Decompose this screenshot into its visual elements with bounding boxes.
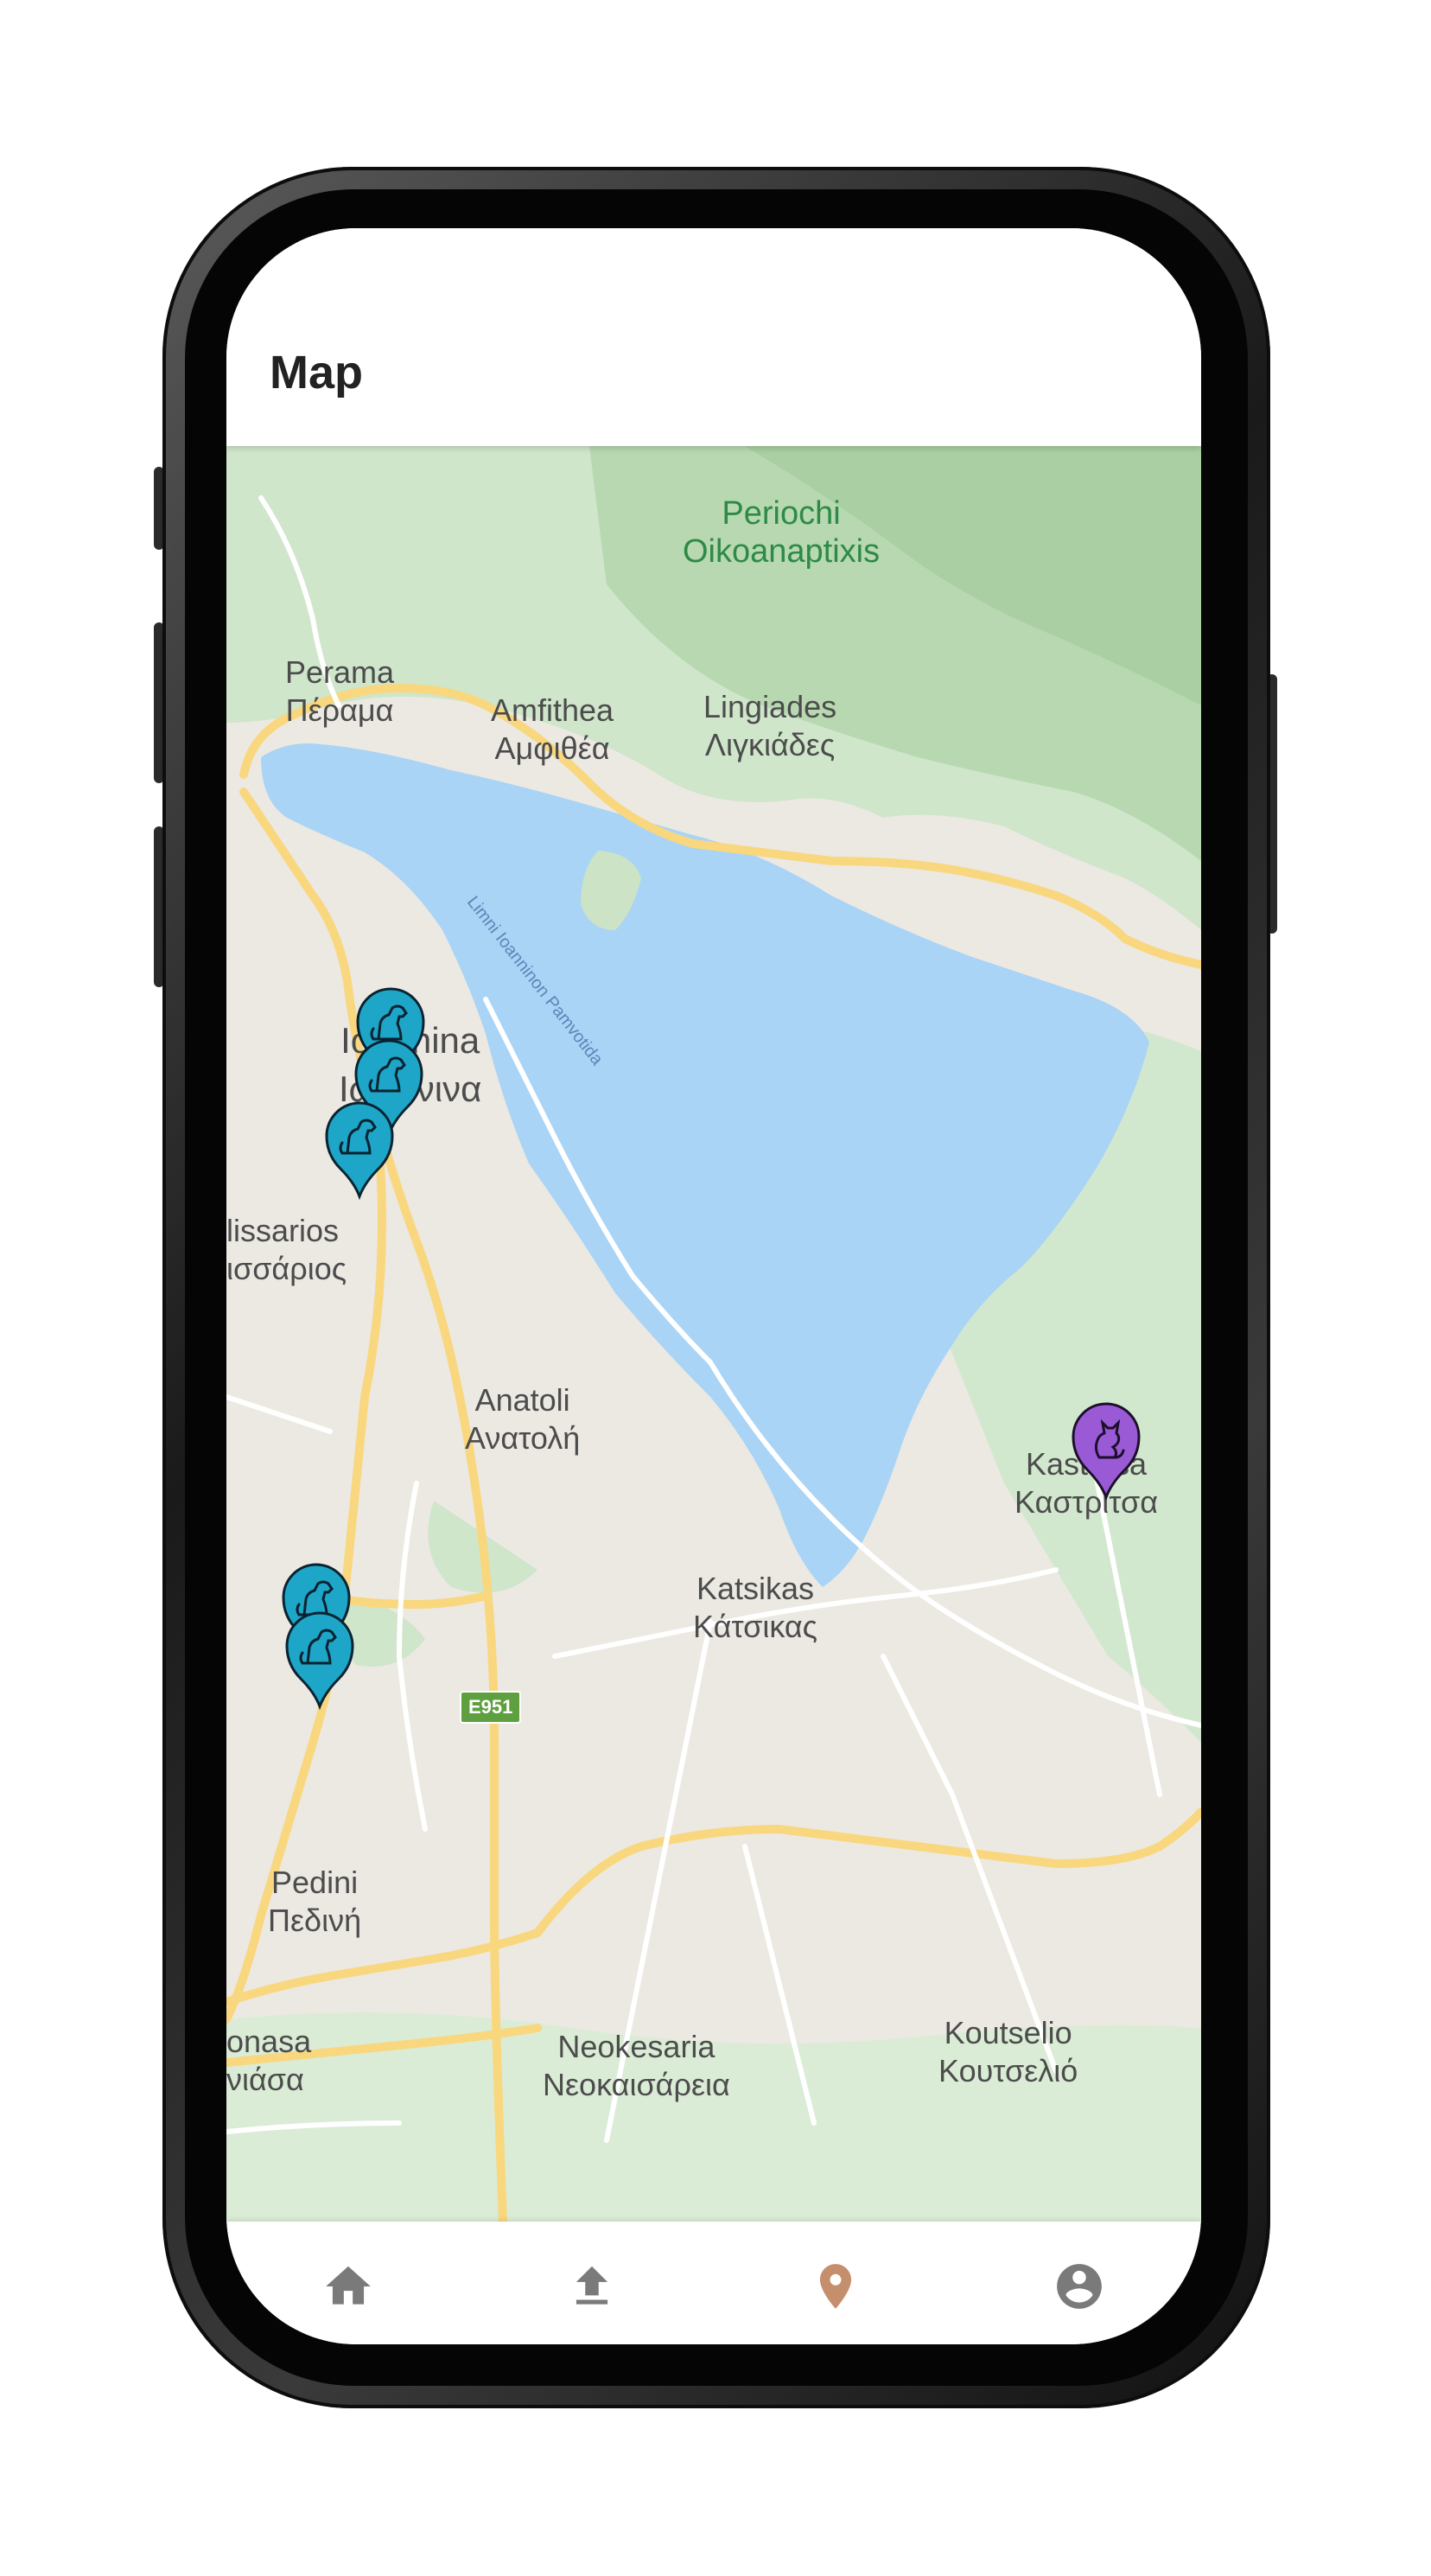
bottom-navigation	[226, 2222, 1201, 2344]
nav-item-upload[interactable]	[470, 2222, 714, 2344]
place-label-lissarios: lissarios ισσάριος	[226, 1213, 347, 1286]
dog-marker[interactable]	[283, 1610, 356, 1710]
phone-screen: Map Periochi Oikoanaptixis Perama Πέραμα…	[226, 228, 1201, 2344]
page-title: Map	[270, 347, 363, 399]
place-label-lingiades: Lingiades Λιγκιάδες	[703, 689, 837, 762]
place-label-anatoli: Anatoli Ανατολή	[465, 1382, 581, 1456]
place-label-amfithea: Amfithea Αμφιθέα	[491, 692, 614, 766]
place-label-bonasa: onasa νιάσα	[226, 2024, 312, 2097]
nav-item-profile[interactable]	[957, 2222, 1201, 2344]
upload-icon	[576, 2266, 608, 2305]
place-label-koutselio: Koutselio Κουτσελιό	[938, 2015, 1078, 2088]
app-bar: Map	[226, 228, 1201, 446]
map-view[interactable]: Periochi Oikoanaptixis Perama Πέραμα Amfit…	[226, 446, 1201, 2222]
road-shield-e951: E951	[460, 1691, 522, 1724]
place-label-pedini: Pedini Πεδινή	[268, 1865, 362, 1938]
dog-marker[interactable]	[323, 1100, 396, 1200]
place-label-perama: Perama Πέραμα	[285, 654, 395, 728]
nav-item-home[interactable]	[226, 2222, 470, 2344]
nav-item-map[interactable]	[714, 2222, 957, 2344]
place-label-katsikas: Katsikas Κάτσικας	[693, 1571, 818, 1644]
location-pin-icon	[819, 2264, 852, 2309]
home-icon	[326, 2266, 371, 2305]
place-label-neokesaria: Neokesaria Νεοκαισάρεια	[543, 2029, 730, 2102]
cat-marker[interactable]	[1070, 1400, 1142, 1501]
account-circle-icon	[1057, 2264, 1102, 2309]
place-label-perioxi: Periochi Oikoanaptixis	[683, 495, 881, 570]
